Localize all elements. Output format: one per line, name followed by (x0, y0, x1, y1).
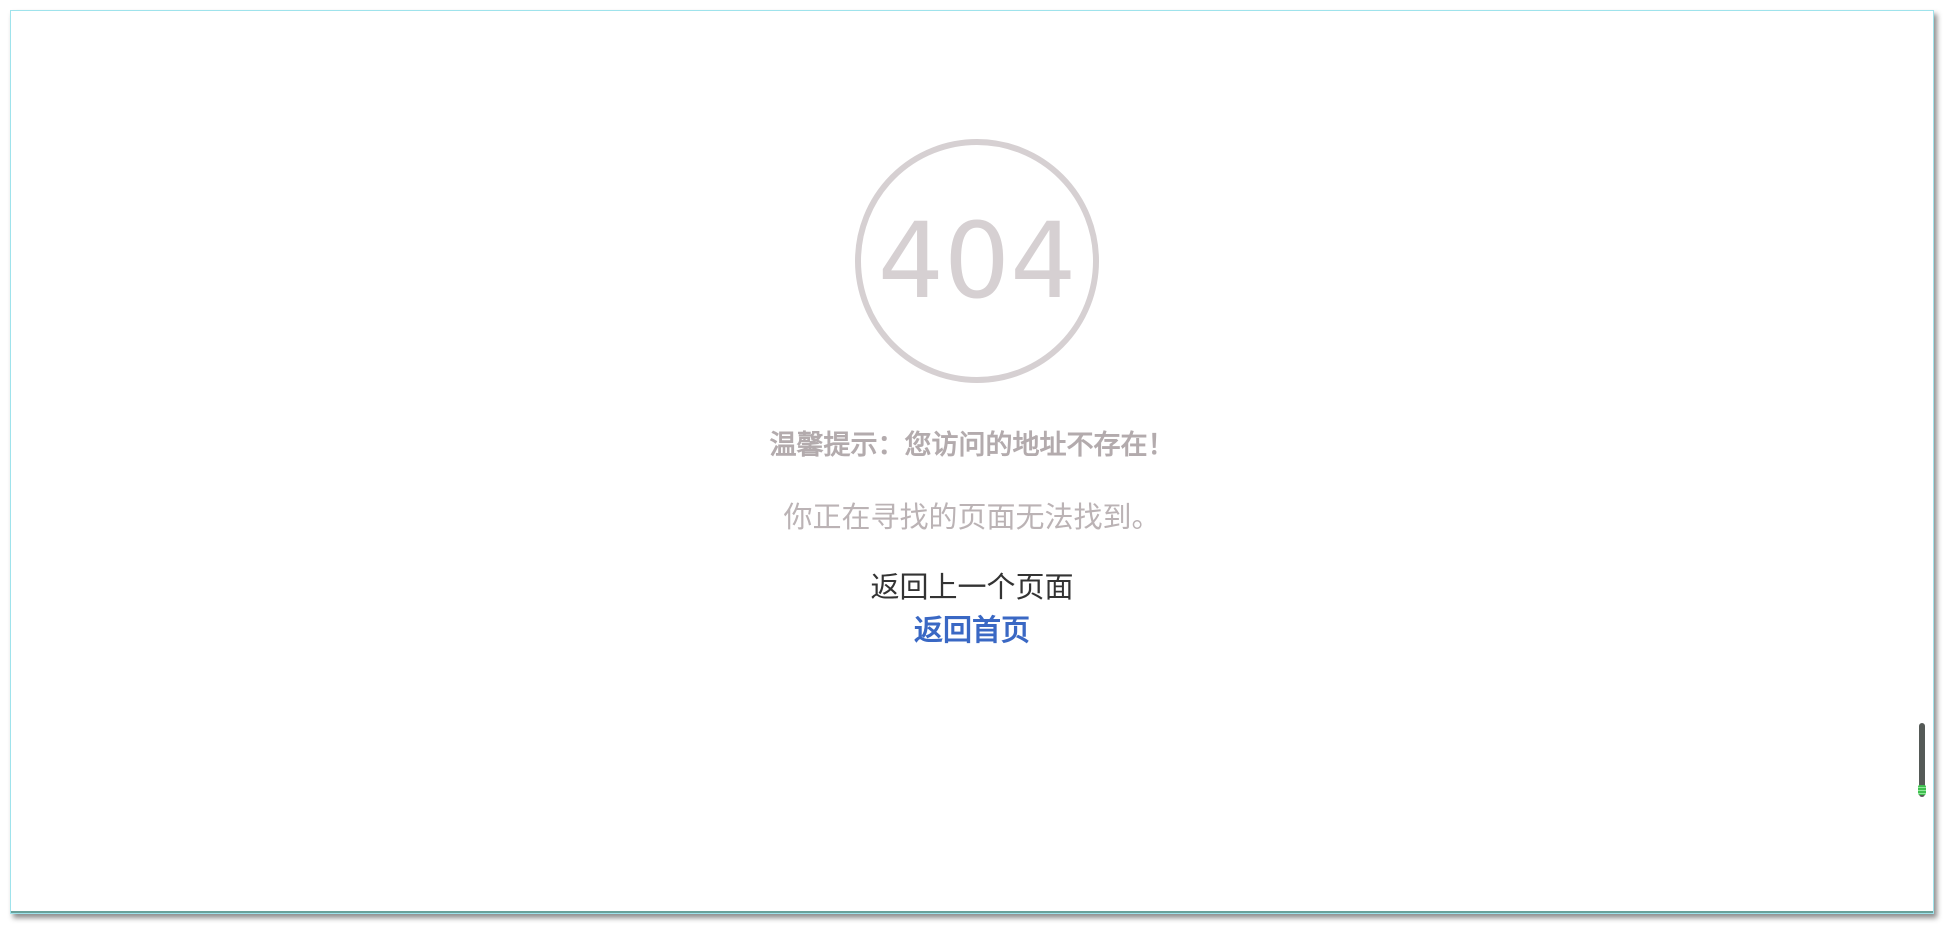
back-to-home-link[interactable]: 返回首页 (914, 607, 1030, 649)
error-message: 你正在寻找的页面无法找到。 (783, 500, 1161, 534)
error-code: 404 (878, 200, 1077, 322)
back-to-previous-link[interactable]: 返回上一个页面 (870, 564, 1073, 606)
circle-404-icon: 404 (855, 139, 1099, 383)
window-bottom-edge (11, 911, 1933, 913)
error-headline: 温馨提示：您访问的地址不存在！ (769, 430, 1175, 461)
scrollbar-grip-icon (1918, 785, 1926, 795)
home-link-row: 返回首页 (11, 607, 1933, 649)
vertical-scrollbar[interactable] (1917, 723, 1927, 797)
error-404-badge: 404 (853, 137, 1101, 385)
page-content: 404 温馨提示：您访问的地址不存在！ 你正在寻找的页面无法找到。 返回上一个页… (11, 11, 1933, 913)
browser-window: 404 温馨提示：您访问的地址不存在！ 你正在寻找的页面无法找到。 返回上一个页… (10, 10, 1934, 914)
back-link-row: 返回上一个页面 (11, 564, 1933, 606)
